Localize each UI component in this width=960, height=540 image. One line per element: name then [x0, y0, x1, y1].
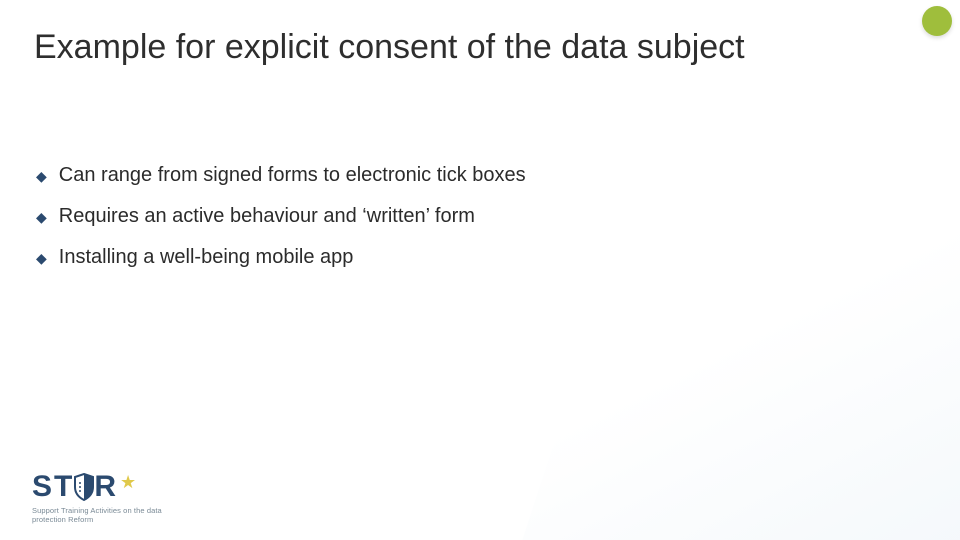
shield-icon: [73, 473, 95, 501]
list-item: ◆ Can range from signed forms to electro…: [36, 164, 856, 187]
logo-row: ST R ★: [32, 470, 188, 504]
slide: Example for explicit consent of the data…: [0, 0, 960, 540]
logo-text-left: ST: [32, 470, 74, 504]
star-icon: ★: [120, 472, 136, 493]
bullet-list: ◆ Can range from signed forms to electro…: [36, 164, 856, 287]
slide-title: Example for explicit consent of the data…: [34, 28, 794, 67]
bullet-text: Can range from signed forms to electroni…: [59, 164, 526, 187]
bullet-text: Requires an active behaviour and ‘writte…: [59, 205, 475, 228]
list-item: ◆ Installing a well-being mobile app: [36, 246, 856, 269]
bullet-marker-icon: ◆: [36, 169, 47, 183]
bullet-text: Installing a well-being mobile app: [59, 246, 354, 269]
corner-badge-circle: [922, 6, 952, 36]
bullet-marker-icon: ◆: [36, 251, 47, 265]
logo-text-right: R: [94, 470, 118, 504]
logo-tagline: Support Training Activities on the data …: [32, 506, 188, 524]
bullet-marker-icon: ◆: [36, 210, 47, 224]
list-item: ◆ Requires an active behaviour and ‘writ…: [36, 205, 856, 228]
star-logo: ST R ★ Support Training Activities on th…: [32, 470, 188, 524]
